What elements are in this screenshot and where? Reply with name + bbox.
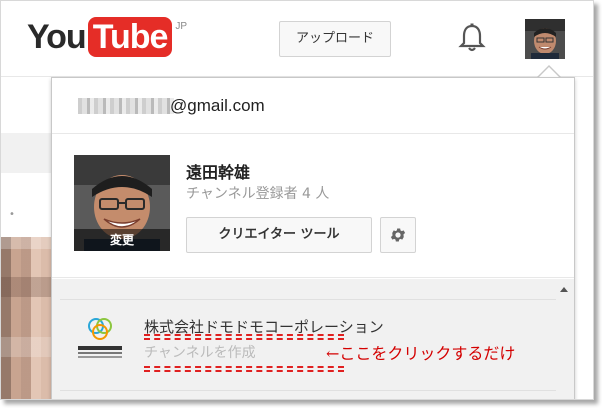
annotation-underline (144, 370, 344, 372)
screenshot-frame: • You Tube JP アップロード @gmail.com 変更 遠田幹雄 … (0, 0, 594, 400)
logo-tube-text: Tube (87, 17, 173, 57)
background-dots: • (9, 209, 15, 220)
background-thumbnail-overlay (1, 237, 51, 399)
account-menu: @gmail.com 変更 遠田幹雄 チャンネル登録者 4 人 クリエイター ツ… (51, 77, 575, 399)
annotation-underline (144, 334, 344, 336)
change-photo-label[interactable]: 変更 (74, 229, 170, 251)
logo-region: JP (175, 21, 188, 32)
gear-icon (390, 228, 406, 242)
channel-item[interactable]: 株式会社ドモドモコーポレーション チャンネルを作成 ←ここをクリックするだけ (60, 299, 556, 391)
account-avatar[interactable] (525, 19, 565, 59)
channel-list: 株式会社ドモドモコーポレーション チャンネルを作成 ←ここをクリックするだけ (52, 279, 574, 399)
email-domain: @gmail.com (170, 96, 265, 115)
logo-you-text: You (27, 18, 87, 56)
caret-up-icon[interactable] (560, 287, 568, 292)
account-name: 遠田幹雄 (186, 163, 251, 182)
channel-logo (78, 318, 122, 358)
creator-tools-button[interactable]: クリエイター ツール (186, 217, 372, 253)
email-row: @gmail.com (52, 78, 574, 134)
annotation-text: ←ここをクリックするだけ (326, 344, 516, 363)
settings-button[interactable] (380, 217, 416, 253)
upload-button[interactable]: アップロード (279, 21, 391, 57)
masthead: You Tube JP アップロード (1, 1, 593, 77)
youtube-logo[interactable]: You Tube JP (27, 17, 187, 57)
profile-section: 変更 遠田幹雄 チャンネル登録者 4 人 クリエイター ツール (52, 135, 574, 278)
profile-photo[interactable]: 変更 (74, 155, 170, 251)
annotation-underline (144, 366, 344, 368)
subscriber-count: チャンネル登録者 4 人 (186, 186, 330, 202)
background-content (1, 133, 51, 173)
email-local-part-redacted (78, 98, 174, 114)
bell-icon[interactable] (458, 23, 486, 53)
annotation-underline (144, 338, 344, 340)
create-channel-link[interactable]: チャンネルを作成 (144, 342, 256, 362)
